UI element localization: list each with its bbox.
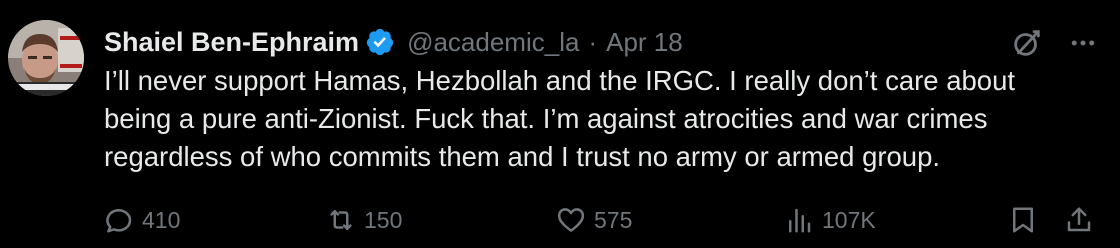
tweet-action-bar: 410 150 575 107K [0, 200, 1120, 240]
tweet-text-line: being a pure anti-Zionist. Fuck that. I’… [104, 103, 988, 134]
author-display-name[interactable]: Shaiel Ben-Ephraim [104, 27, 359, 58]
reply-button[interactable]: 410 [104, 200, 180, 240]
more-icon[interactable] [1068, 28, 1098, 63]
header-separator: · [588, 26, 598, 57]
repost-button[interactable]: 150 [326, 200, 402, 240]
avatar-image [8, 20, 84, 96]
tweet-text-line: regardless of who commits them and I tru… [104, 141, 941, 172]
like-button[interactable]: 575 [556, 200, 632, 240]
avatar[interactable] [8, 20, 84, 96]
share-icon [1067, 207, 1091, 232]
repost-icon [330, 210, 352, 230]
views-chart-icon [789, 208, 811, 233]
tweet-text-line: I’ll never support Hamas, Hezbollah and … [104, 65, 1016, 96]
bookmark-button[interactable] [1008, 200, 1038, 240]
heart-icon [557, 208, 585, 232]
bookmark-icon [1013, 207, 1033, 233]
views-button[interactable]: 107K [784, 200, 876, 240]
tweet-card[interactable]: Shaiel Ben-Ephraim @academic_la · Apr 18 [0, 0, 1120, 248]
reply-icon [106, 209, 132, 233]
tweet-text: I’ll never support Hamas, Hezbollah and … [104, 62, 1094, 176]
tweet-header: Shaiel Ben-Ephraim @academic_la · Apr 18 [104, 24, 683, 60]
reply-count: 410 [142, 206, 181, 233]
view-count: 107K [822, 206, 876, 233]
verified-badge-icon[interactable] [365, 27, 395, 57]
tweet-date[interactable]: Apr 18 [606, 27, 683, 58]
repost-count: 150 [364, 206, 403, 233]
like-count: 575 [594, 206, 633, 233]
tweet-top-actions [1010, 26, 1098, 65]
grok-icon[interactable] [1010, 26, 1068, 65]
share-button[interactable] [1064, 200, 1094, 240]
author-handle[interactable]: @academic_la [407, 27, 579, 58]
